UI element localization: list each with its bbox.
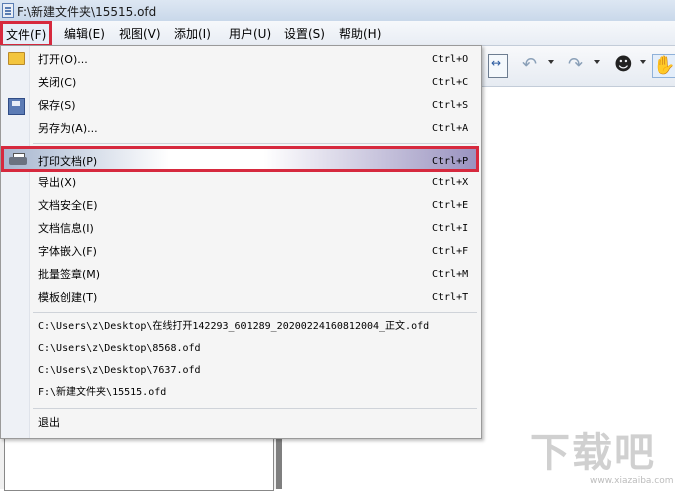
- menu-batch-sign[interactable]: 批量签章(M) Ctrl+M: [29, 264, 481, 286]
- menu-separator: [33, 408, 477, 409]
- menu-font-embed-label: 字体嵌入(F): [38, 245, 97, 258]
- menu-doc-security-label: 文档安全(E): [38, 199, 98, 212]
- menu-separator: [33, 143, 477, 144]
- menu-close-shortcut: Ctrl+C: [432, 77, 469, 88]
- menu-file[interactable]: 文件(F): [0, 21, 53, 47]
- menu-close[interactable]: 关闭(C) Ctrl+C: [29, 72, 481, 94]
- menu-exit[interactable]: 退出: [29, 412, 481, 434]
- file-menu-dropdown: 打开(O)... Ctrl+O 关闭(C) Ctrl+C 保存(S) Ctrl+…: [0, 45, 482, 439]
- menu-user[interactable]: 用户(U): [229, 25, 271, 43]
- recent-file-item[interactable]: F:\新建文件夹\15515.ofd: [29, 382, 481, 404]
- menu-export-label: 导出(X): [38, 176, 77, 189]
- menu-separator: [33, 312, 477, 313]
- menu-settings[interactable]: 设置(S): [284, 25, 325, 43]
- seal-icon[interactable]: ☻: [614, 54, 636, 76]
- menu-batch-sign-shortcut: Ctrl+M: [432, 269, 469, 280]
- redo-dropdown-icon[interactable]: [594, 60, 600, 64]
- recent-file-label: C:\Users\z\Desktop\8568.ofd: [38, 343, 201, 354]
- menu-view[interactable]: 视图(V): [119, 25, 161, 43]
- menu-save-label: 保存(S): [38, 99, 76, 112]
- menu-doc-security-shortcut: Ctrl+E: [432, 200, 469, 211]
- menu-font-embed[interactable]: 字体嵌入(F) Ctrl+F: [29, 241, 481, 263]
- menu-help[interactable]: 帮助(H): [339, 25, 381, 43]
- menu-doc-info-label: 文档信息(I): [38, 222, 94, 235]
- menu-insert[interactable]: 添加(I): [174, 25, 211, 43]
- menu-save-shortcut: Ctrl+S: [432, 100, 469, 111]
- recent-file-item[interactable]: C:\Users\z\Desktop\在线打开142293_601289_202…: [29, 316, 481, 338]
- recent-file-label: C:\Users\z\Desktop\在线打开142293_601289_202…: [38, 321, 430, 332]
- redo-icon[interactable]: ↷: [568, 54, 590, 76]
- save-icon: [8, 98, 25, 115]
- watermark-url: www.xiazaiba.com: [590, 476, 674, 486]
- menu-template-create[interactable]: 模板创建(T) Ctrl+T: [29, 287, 481, 309]
- left-document-page: [4, 435, 274, 491]
- menu-open-label: 打开(O)...: [38, 53, 88, 66]
- menu-font-embed-shortcut: Ctrl+F: [432, 246, 469, 257]
- menu-save-as-label: 另存为(A)...: [38, 122, 98, 135]
- menu-close-label: 关闭(C): [38, 76, 77, 89]
- menu-print[interactable]: 打印文档(P) Ctrl+P: [1, 146, 479, 172]
- toolbar: ↶ ↷ ☻ ✋: [482, 46, 675, 87]
- title-bar: F:\新建文件夹\15515.ofd: [0, 0, 675, 22]
- undo-dropdown-icon[interactable]: [548, 60, 554, 64]
- menu-template-create-shortcut: Ctrl+T: [432, 292, 469, 303]
- recent-file-label: F:\新建文件夹\15515.ofd: [38, 387, 167, 398]
- recent-file-item[interactable]: C:\Users\z\Desktop\7637.ofd: [29, 360, 481, 382]
- fit-width-icon[interactable]: [488, 54, 508, 78]
- window-title: F:\新建文件夹\15515.ofd: [17, 5, 157, 19]
- menu-open-shortcut: Ctrl+O: [432, 54, 469, 65]
- menu-save[interactable]: 保存(S) Ctrl+S: [29, 95, 481, 117]
- menu-exit-label: 退出: [38, 416, 60, 429]
- menu-batch-sign-label: 批量签章(M): [38, 268, 101, 281]
- printer-icon: [9, 153, 27, 167]
- app-icon: [2, 3, 14, 18]
- recent-file-item[interactable]: C:\Users\z\Desktop\8568.ofd: [29, 338, 481, 360]
- menu-bar: 文件(F) 编辑(E) 视图(V) 添加(I) 用户(U) 设置(S) 帮助(H…: [0, 21, 675, 47]
- undo-icon[interactable]: ↶: [522, 54, 544, 76]
- hand-tool-icon[interactable]: ✋: [652, 54, 675, 78]
- seal-dropdown-icon[interactable]: [640, 60, 646, 64]
- menu-save-as[interactable]: 另存为(A)... Ctrl+A: [29, 118, 481, 140]
- folder-icon: [8, 52, 25, 65]
- menu-doc-security[interactable]: 文档安全(E) Ctrl+E: [29, 195, 481, 217]
- menu-doc-info-shortcut: Ctrl+I: [432, 223, 469, 234]
- menu-template-create-label: 模板创建(T): [38, 291, 98, 304]
- menu-open[interactable]: 打开(O)... Ctrl+O: [29, 49, 481, 71]
- menu-edit[interactable]: 编辑(E): [64, 25, 105, 43]
- menu-export-shortcut: Ctrl+X: [432, 177, 469, 188]
- menu-export[interactable]: 导出(X) Ctrl+X: [29, 172, 481, 194]
- menu-save-as-shortcut: Ctrl+A: [432, 123, 469, 134]
- recent-file-label: C:\Users\z\Desktop\7637.ofd: [38, 365, 201, 376]
- watermark-logo: 下载吧: [530, 430, 656, 476]
- menu-doc-info[interactable]: 文档信息(I) Ctrl+I: [29, 218, 481, 240]
